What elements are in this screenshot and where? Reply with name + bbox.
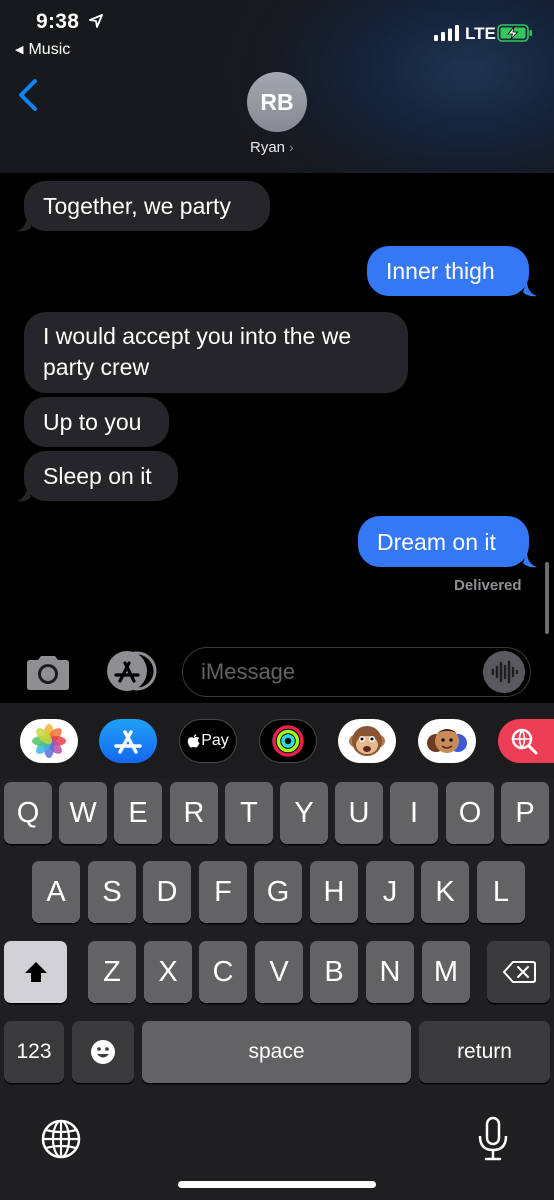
key-b[interactable]: B — [310, 941, 358, 1003]
key-a[interactable]: A — [32, 861, 80, 923]
key-c[interactable]: C — [199, 941, 247, 1003]
contact-name: Ryan — [250, 139, 286, 156]
apple-pay-label: Pay — [201, 732, 229, 749]
message-bubble-outgoing[interactable]: Inner thigh — [367, 246, 529, 296]
message-bubble-outgoing[interactable]: Dream on it — [358, 516, 529, 567]
key-i[interactable]: I — [390, 782, 438, 844]
key-m[interactable]: M — [422, 941, 470, 1003]
message-bubble-incoming[interactable]: Up to you — [24, 397, 169, 447]
memoji-monkey-icon[interactable] — [338, 719, 396, 763]
avatar-initials: RB — [260, 88, 294, 115]
key-u[interactable]: U — [335, 782, 383, 844]
voice-message-button[interactable] — [483, 651, 525, 693]
back-chevron-icon[interactable] — [16, 78, 40, 112]
key-l[interactable]: L — [477, 861, 525, 923]
key-t[interactable]: T — [225, 782, 273, 844]
location-arrow-icon — [89, 14, 103, 28]
key-x[interactable]: X — [144, 941, 192, 1003]
key-f[interactable]: F — [199, 861, 247, 923]
key-w[interactable]: W — [59, 782, 107, 844]
numbers-key[interactable]: 123 — [4, 1021, 64, 1083]
waveform-icon — [491, 660, 518, 684]
key-v[interactable]: V — [255, 941, 303, 1003]
key-y[interactable]: Y — [280, 782, 328, 844]
message-bubble-incoming[interactable]: I would accept you into the we party cre… — [24, 312, 408, 393]
back-to-app-link[interactable]: ◀ Music — [15, 41, 70, 59]
space-key[interactable]: space — [142, 1021, 411, 1083]
key-o[interactable]: O — [446, 782, 494, 844]
shift-arrow-icon — [24, 962, 47, 982]
return-key[interactable]: return — [419, 1021, 550, 1083]
conversation-header: 9:38 ◀ Music LTE RB Ryan › — [0, 0, 554, 173]
globe-icon[interactable] — [40, 1118, 82, 1160]
delivery-status: Delivered — [454, 577, 522, 594]
microphone-icon[interactable] — [476, 1116, 510, 1162]
network-type: LTE — [465, 24, 496, 43]
key-z[interactable]: Z — [88, 941, 136, 1003]
home-indicator[interactable] — [178, 1181, 376, 1188]
web-search-icon[interactable] — [498, 719, 554, 763]
contact-avatar[interactable]: RB — [247, 72, 307, 132]
scrollbar[interactable] — [545, 562, 549, 634]
message-bubble-incoming[interactable]: Sleep on it — [24, 451, 178, 501]
key-d[interactable]: D — [143, 861, 191, 923]
contact-name-button[interactable]: Ryan › — [250, 139, 294, 156]
back-app-label: Music — [28, 41, 71, 58]
shift-key[interactable] — [4, 941, 67, 1003]
key-g[interactable]: G — [254, 861, 302, 923]
photos-icon[interactable] — [20, 719, 78, 763]
app-store-apps-icon[interactable] — [103, 651, 157, 691]
key-n[interactable]: N — [366, 941, 414, 1003]
imessage-input[interactable] — [182, 647, 531, 697]
key-q[interactable]: Q — [4, 782, 52, 844]
memoji-stickers-icon[interactable] — [418, 719, 476, 763]
backspace-icon — [502, 961, 536, 983]
key-h[interactable]: H — [310, 861, 358, 923]
activity-icon[interactable] — [259, 719, 317, 763]
message-bubble-incoming[interactable]: Together, we party — [24, 181, 270, 231]
apple-pay-icon[interactable]: Pay — [179, 719, 237, 763]
cellular-signal-icon — [434, 25, 459, 41]
status-time: 9:38 — [36, 10, 80, 33]
key-j[interactable]: J — [366, 861, 414, 923]
key-r[interactable]: R — [170, 782, 218, 844]
apple-logo-icon — [187, 733, 200, 747]
camera-icon[interactable] — [24, 655, 72, 691]
key-p[interactable]: P — [501, 782, 549, 844]
delete-key[interactable] — [487, 941, 550, 1003]
emoji-icon — [91, 1040, 115, 1064]
app-store-icon[interactable] — [99, 719, 157, 763]
key-s[interactable]: S — [88, 861, 136, 923]
chevron-right-icon: › — [289, 139, 294, 155]
back-triangle-icon: ◀ — [15, 44, 24, 56]
battery-charging-icon — [497, 24, 532, 42]
emoji-key[interactable] — [72, 1021, 134, 1083]
key-k[interactable]: K — [421, 861, 469, 923]
key-e[interactable]: E — [114, 782, 162, 844]
